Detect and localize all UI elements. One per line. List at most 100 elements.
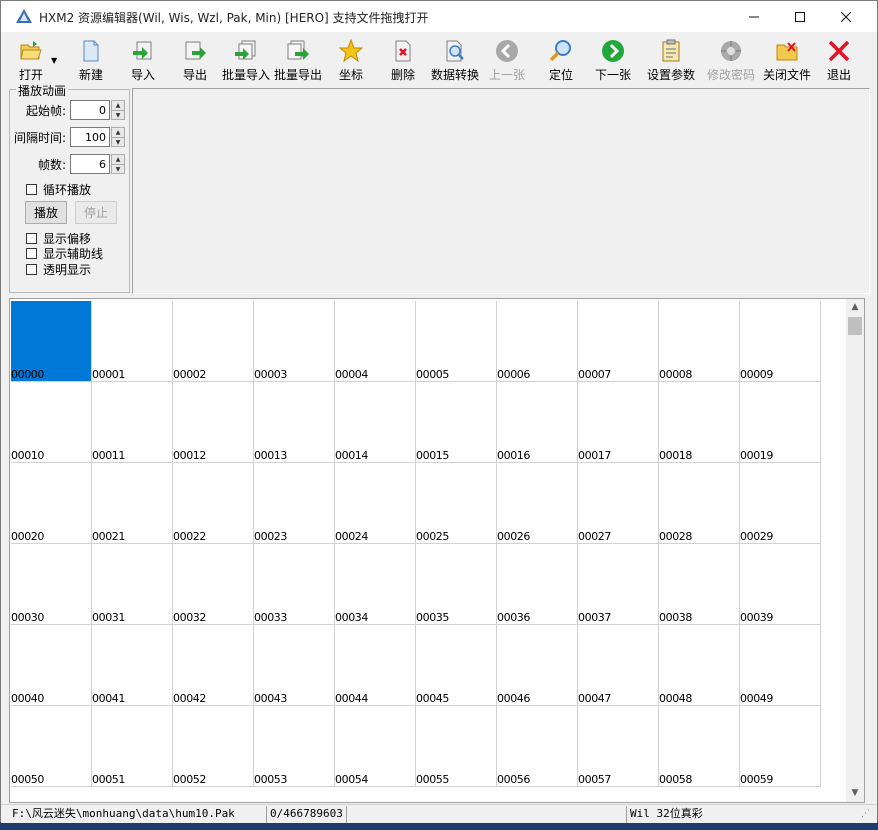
delete-button[interactable]: 删除	[383, 35, 423, 83]
title-bar[interactable]: HXM2 资源编辑器(Wil, Wis, Wzl, Pak, Min) [HER…	[1, 1, 877, 32]
thumbnail-cell[interactable]: 00041	[92, 625, 173, 706]
thumbnail-cell[interactable]: 00050	[11, 706, 92, 787]
spin-up-icon[interactable]: ▲	[112, 101, 124, 111]
thumbnail-cell[interactable]: 00045	[416, 625, 497, 706]
thumbnail-cell[interactable]: 00023	[254, 463, 335, 544]
thumbnail-cell[interactable]: 00038	[659, 544, 740, 625]
loop-checkbox-box[interactable]	[26, 184, 37, 195]
thumbnail-cell[interactable]: 00037	[578, 544, 659, 625]
thumbnail-cell[interactable]: 00043	[254, 625, 335, 706]
transparent-checkbox-box[interactable]	[26, 264, 37, 275]
thumbnail-cell[interactable]: 00015	[416, 382, 497, 463]
new-button[interactable]: 新建	[71, 35, 111, 83]
thumbnail-cell[interactable]: 00028	[659, 463, 740, 544]
export-button[interactable]: 导出	[175, 35, 215, 83]
thumbnail-cell[interactable]: 00005	[416, 301, 497, 382]
transparent-checkbox[interactable]: 透明显示	[26, 261, 91, 278]
maximize-button[interactable]	[777, 1, 823, 32]
thumbnail-cell[interactable]: 00019	[740, 382, 821, 463]
thumbnail-cell[interactable]: 00053	[254, 706, 335, 787]
frame-count-spin-buttons[interactable]: ▲ ▼	[111, 154, 125, 174]
close-window-button[interactable]	[823, 1, 869, 32]
scroll-down-icon[interactable]: ▼	[846, 785, 864, 802]
thumbnail-cell[interactable]: 00017	[578, 382, 659, 463]
thumbnail-cell[interactable]: 00054	[335, 706, 416, 787]
thumbnail-cell[interactable]: 00029	[740, 463, 821, 544]
stop-button[interactable]: 停止	[75, 201, 117, 224]
thumbnail-cell[interactable]: 00035	[416, 544, 497, 625]
resize-grip-icon[interactable]: ⋰	[861, 809, 873, 821]
interval-input[interactable]: 100	[70, 127, 110, 147]
thumbnail-cell[interactable]: 00040	[11, 625, 92, 706]
locate-button[interactable]: 定位	[541, 35, 581, 83]
thumbnail-cell[interactable]: 00000	[11, 301, 92, 382]
convert-button[interactable]: 数据转换	[429, 35, 481, 83]
open-button[interactable]: 打开	[9, 35, 53, 83]
thumbnail-cell[interactable]: 00057	[578, 706, 659, 787]
thumbnail-cell[interactable]: 00030	[11, 544, 92, 625]
thumbnail-cell[interactable]: 00047	[578, 625, 659, 706]
minimize-button[interactable]	[731, 1, 777, 32]
thumbnail-cell[interactable]: 00046	[497, 625, 578, 706]
thumbnail-cell[interactable]: 00016	[497, 382, 578, 463]
thumbnail-cell[interactable]: 00059	[740, 706, 821, 787]
spin-up-icon[interactable]: ▲	[112, 155, 124, 165]
thumbnail-cell[interactable]: 00025	[416, 463, 497, 544]
start-frame-input[interactable]: 0	[70, 100, 110, 120]
thumbnail-cell[interactable]: 00002	[173, 301, 254, 382]
thumbnail-cell[interactable]: 00027	[578, 463, 659, 544]
thumbnail-cell[interactable]: 00001	[92, 301, 173, 382]
play-button[interactable]: 播放	[25, 201, 67, 224]
thumbnail-cell[interactable]: 00007	[578, 301, 659, 382]
thumbnail-cell[interactable]: 00026	[497, 463, 578, 544]
vertical-scrollbar[interactable]: ▲ ▼	[846, 299, 864, 802]
batch-export-button[interactable]: 批量导出	[273, 35, 323, 83]
import-button[interactable]: 导入	[123, 35, 163, 83]
thumbnail-cell[interactable]: 00048	[659, 625, 740, 706]
batch-import-button[interactable]: 批量导入	[221, 35, 271, 83]
thumbnail-cell[interactable]: 00039	[740, 544, 821, 625]
loop-checkbox[interactable]: 循环播放	[26, 181, 91, 198]
thumbnail-cell[interactable]: 00058	[659, 706, 740, 787]
scroll-up-icon[interactable]: ▲	[846, 299, 864, 316]
thumbnail-cell[interactable]: 00012	[173, 382, 254, 463]
thumbnail-cell[interactable]: 00021	[92, 463, 173, 544]
thumbnail-cell[interactable]: 00033	[254, 544, 335, 625]
spin-down-icon[interactable]: ▼	[112, 165, 124, 174]
thumbnail-cell[interactable]: 00010	[11, 382, 92, 463]
thumbnail-cell[interactable]: 00022	[173, 463, 254, 544]
thumbnail-cell[interactable]: 00014	[335, 382, 416, 463]
thumbnail-cell[interactable]: 00013	[254, 382, 335, 463]
thumbnail-cell[interactable]: 00055	[416, 706, 497, 787]
thumbnail-cell[interactable]: 00004	[335, 301, 416, 382]
thumbnail-cell[interactable]: 00003	[254, 301, 335, 382]
show-offset-checkbox-box[interactable]	[26, 233, 37, 244]
frame-count-input[interactable]: 6	[70, 154, 110, 174]
thumbnail-cell[interactable]: 00018	[659, 382, 740, 463]
spin-down-icon[interactable]: ▼	[112, 138, 124, 147]
thumbnail-cell[interactable]: 00020	[11, 463, 92, 544]
next-button[interactable]: 下一张	[591, 35, 635, 83]
thumbnail-cell[interactable]: 00051	[92, 706, 173, 787]
interval-spin-buttons[interactable]: ▲ ▼	[111, 127, 125, 147]
thumbnail-cell[interactable]: 00024	[335, 463, 416, 544]
thumbnail-cell[interactable]: 00049	[740, 625, 821, 706]
thumbnail-cell[interactable]: 00042	[173, 625, 254, 706]
thumbnail-cell[interactable]: 00044	[335, 625, 416, 706]
scrollbar-thumb[interactable]	[848, 317, 862, 335]
start-frame-spin-buttons[interactable]: ▲ ▼	[111, 100, 125, 120]
thumbnail-cell[interactable]: 00011	[92, 382, 173, 463]
thumbnail-cell[interactable]: 00032	[173, 544, 254, 625]
thumbnail-cell[interactable]: 00009	[740, 301, 821, 382]
thumbnail-cell[interactable]: 00008	[659, 301, 740, 382]
show-guides-checkbox[interactable]: 显示辅助线	[26, 245, 103, 262]
close-file-button[interactable]: 关闭文件	[761, 35, 813, 83]
thumbnail-cell[interactable]: 00036	[497, 544, 578, 625]
settings-button[interactable]: 设置参数	[645, 35, 697, 83]
prev-button[interactable]: 上一张	[486, 35, 528, 83]
coords-button[interactable]: 坐标	[331, 35, 371, 83]
thumbnail-cell[interactable]: 00006	[497, 301, 578, 382]
thumbnail-cell[interactable]: 00034	[335, 544, 416, 625]
thumbnail-cell[interactable]: 00056	[497, 706, 578, 787]
show-guides-checkbox-box[interactable]	[26, 248, 37, 259]
